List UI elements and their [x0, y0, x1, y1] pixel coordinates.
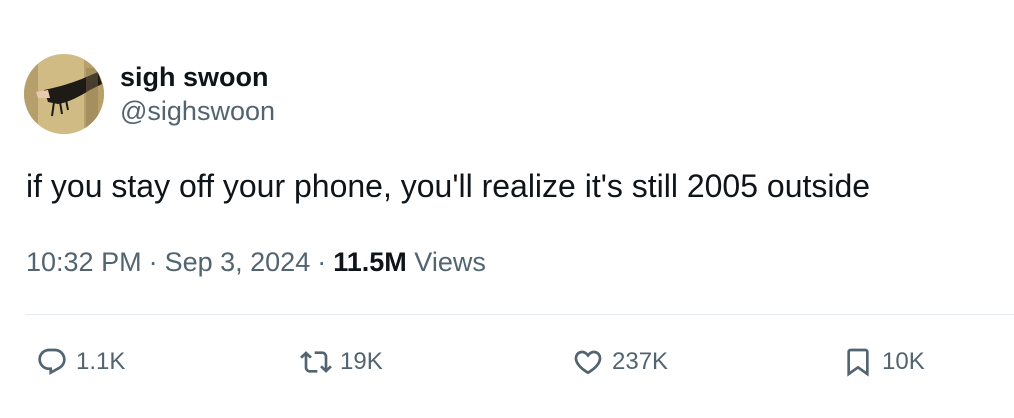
retweet-button[interactable]: 19K	[300, 338, 383, 386]
meta-separator: ·	[317, 247, 327, 277]
profile-photo-icon	[24, 54, 104, 134]
bookmark-count: 10K	[882, 348, 925, 375]
heart-icon	[574, 350, 602, 375]
reply-button[interactable]: 1.1K	[36, 338, 125, 386]
reply-count: 1.1K	[76, 348, 126, 375]
divider	[26, 314, 1014, 315]
display-name[interactable]: sigh swoon	[120, 60, 275, 94]
retweet-count: 19K	[340, 348, 383, 375]
tweet-meta: 10:32 PM · Sep 3, 2024 · 11.5M Views	[26, 244, 486, 280]
tweet-text: if you stay off your phone, you'll reali…	[26, 168, 871, 204]
like-button[interactable]: 237K	[572, 338, 668, 386]
tweet-time[interactable]: 10:32 PM	[26, 247, 142, 277]
avatar[interactable]	[24, 54, 104, 134]
meta-separator: ·	[148, 247, 158, 277]
views-label: Views	[414, 247, 486, 277]
like-count: 237K	[612, 348, 669, 375]
action-bar: 1.1K 19K 237K 10K	[0, 338, 1014, 386]
reply-icon	[38, 348, 66, 375]
retweet-icon	[300, 351, 332, 373]
handle[interactable]: @sighswoon	[120, 94, 275, 128]
bookmark-button[interactable]: 10K	[842, 338, 925, 386]
tweet-card: sigh swoon @sighswoon if you stay off yo…	[0, 0, 1014, 418]
tweet-date[interactable]: Sep 3, 2024	[165, 247, 311, 277]
author-names: sigh swoon @sighswoon	[120, 60, 275, 128]
tweet-header: sigh swoon @sighswoon	[24, 54, 275, 134]
bookmark-icon	[847, 348, 869, 377]
views-count: 11.5M	[333, 247, 407, 277]
